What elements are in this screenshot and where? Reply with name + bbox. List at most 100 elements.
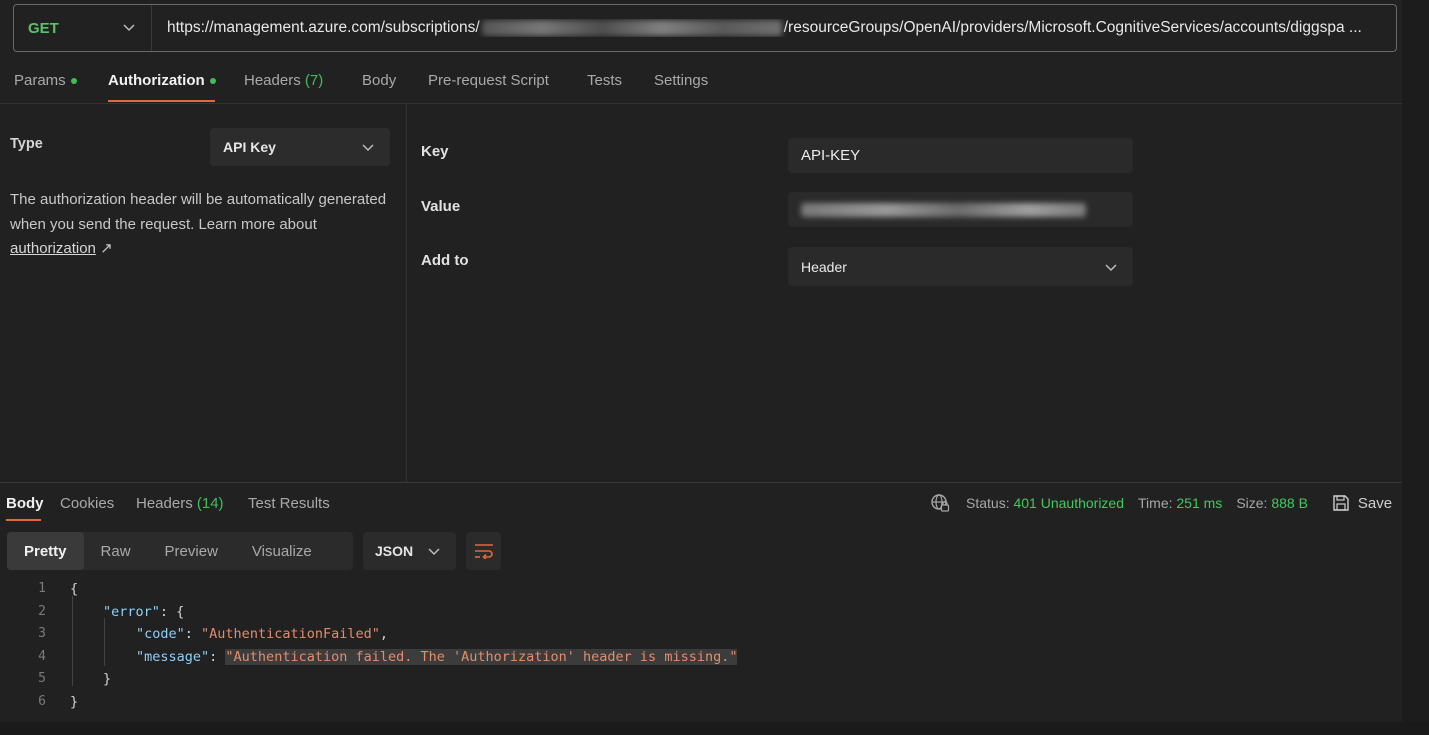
auth-description-text: The authorization header will be automat…	[10, 191, 387, 233]
response-divider[interactable]	[0, 482, 1402, 483]
size-readout: Size: 888 B	[1236, 495, 1308, 511]
line-number: 4	[38, 648, 46, 664]
json-string: "AuthenticationFailed"	[201, 626, 380, 642]
view-preview-button[interactable]: Preview	[148, 532, 235, 570]
format-value: JSON	[375, 543, 414, 559]
add-to-label: Add to	[421, 252, 469, 269]
save-label: Save	[1357, 494, 1393, 512]
redacted-subscription-id	[481, 20, 782, 36]
time-label: Time:	[1138, 495, 1173, 511]
response-view-mode-group: Pretty Raw Preview Visualize	[7, 532, 353, 570]
auth-description: The authorization header will be automat…	[10, 188, 390, 262]
auth-type-value: API Key	[223, 139, 276, 155]
value-input[interactable]	[788, 192, 1133, 227]
chevron-down-icon	[362, 139, 374, 155]
tab-params[interactable]: Params	[14, 72, 77, 89]
view-pretty-button[interactable]: Pretty	[7, 532, 84, 570]
request-url-bar: GET https://management.azure.com/subscri…	[13, 4, 1397, 52]
value-label: Value	[421, 198, 461, 215]
save-icon	[1333, 495, 1349, 511]
tab-authorization[interactable]: Authorization	[108, 72, 216, 89]
globe-lock-icon[interactable]	[930, 493, 950, 513]
auth-type-label: Type	[10, 136, 43, 152]
chevron-down-icon	[1105, 259, 1117, 275]
tab-authorization-label: Authorization	[108, 72, 205, 89]
url-prefix: https://management.azure.com/subscriptio…	[167, 19, 480, 36]
json-string-selected: "Authentication failed. The 'Authorizati…	[225, 648, 738, 665]
key-value: API-KEY	[801, 147, 861, 164]
tab-response-cookies[interactable]: Cookies	[60, 495, 114, 512]
url-input[interactable]: https://management.azure.com/subscriptio…	[152, 19, 1396, 37]
view-raw-button[interactable]: Raw	[84, 532, 148, 570]
json-key: "code"	[136, 626, 185, 642]
tab-body[interactable]: Body	[362, 72, 396, 89]
background-window-edge	[1402, 0, 1429, 735]
add-to-value: Header	[801, 258, 847, 275]
code-text: "message": "Authentication failed. The '…	[136, 646, 738, 669]
size-label: Size:	[1236, 495, 1268, 511]
save-response-button[interactable]: Save	[1332, 494, 1392, 512]
tab-params-label: Params	[14, 72, 66, 89]
code-text: }	[70, 693, 79, 710]
tab-headers-label: Headers	[244, 72, 301, 89]
line-number: 5	[38, 671, 46, 686]
response-body-code[interactable]: 1 { 2 "error": { 3 "code": "Authenticati…	[0, 578, 1402, 713]
response-headers-count: (14)	[196, 495, 224, 512]
line-number: 2	[38, 603, 46, 619]
code-text: "error": {	[103, 601, 184, 624]
view-visualize-button[interactable]: Visualize	[235, 532, 329, 570]
json-punct: ,	[379, 626, 388, 642]
code-line: 2 "error": {	[0, 601, 1402, 624]
tab-response-body[interactable]: Body	[6, 495, 44, 512]
auth-type-select[interactable]: API Key	[210, 128, 390, 166]
status-readout: Status: 401 Unauthorized	[966, 495, 1124, 511]
tab-response-headers-label: Headers	[136, 495, 193, 512]
size-value: 888 B	[1271, 495, 1308, 511]
code-line: 4 "message": "Authentication failed. The…	[0, 646, 1402, 669]
active-response-tab-underline	[6, 519, 41, 521]
auth-type-panel: Type API Key The authorization header wi…	[0, 104, 407, 482]
tab-settings[interactable]: Settings	[654, 72, 708, 89]
headers-count: (7)	[304, 72, 324, 89]
response-status-bar: Status: 401 Unauthorized Time: 251 ms Si…	[930, 493, 1392, 513]
code-line: 3 "code": "AuthenticationFailed",	[0, 623, 1402, 646]
json-punct: : {	[159, 603, 185, 620]
code-text: {	[70, 581, 79, 597]
app-window: GET https://management.azure.com/subscri…	[0, 0, 1402, 722]
tab-pre-request-script[interactable]: Pre-request Script	[428, 72, 549, 89]
line-number: 6	[38, 693, 46, 709]
params-indicator-dot	[70, 78, 77, 85]
method-select[interactable]: GET	[14, 5, 152, 51]
code-line: 5 }	[0, 668, 1402, 691]
code-line: 6 }	[0, 691, 1402, 714]
line-number: 1	[38, 581, 46, 596]
status-label: Status:	[966, 495, 1010, 511]
method-label: GET	[28, 19, 59, 37]
wrap-lines-button[interactable]	[466, 532, 501, 570]
code-line: 1 {	[0, 578, 1402, 601]
response-format-select[interactable]: JSON	[363, 532, 456, 570]
key-input[interactable]: API-KEY	[788, 138, 1133, 173]
json-punct: :	[209, 648, 226, 665]
tab-test-results[interactable]: Test Results	[248, 495, 330, 512]
tab-tests[interactable]: Tests	[587, 72, 622, 89]
time-readout: Time: 251 ms	[1138, 495, 1222, 511]
add-to-select[interactable]: Header	[788, 247, 1133, 286]
redacted-api-key	[801, 202, 1086, 217]
code-text: "code": "AuthenticationFailed",	[136, 623, 388, 646]
chevron-down-icon	[428, 543, 440, 559]
json-punct: :	[184, 626, 202, 642]
bottom-edge	[0, 722, 1429, 735]
tab-response-headers[interactable]: Headers (14)	[136, 495, 224, 512]
authorization-indicator-dot	[209, 78, 216, 85]
time-value: 251 ms	[1176, 495, 1223, 511]
json-key: "error"	[103, 603, 160, 620]
line-number: 3	[38, 626, 46, 641]
json-key: "message"	[136, 648, 210, 665]
tab-headers[interactable]: Headers (7)	[244, 72, 323, 89]
authorization-learn-more-link[interactable]: authorization	[10, 240, 96, 257]
url-suffix: /resourceGroups/OpenAI/providers/Microso…	[783, 19, 1362, 36]
status-value: 401 Unauthorized	[1013, 495, 1125, 511]
chevron-down-icon	[123, 21, 135, 35]
code-text: }	[103, 671, 112, 687]
